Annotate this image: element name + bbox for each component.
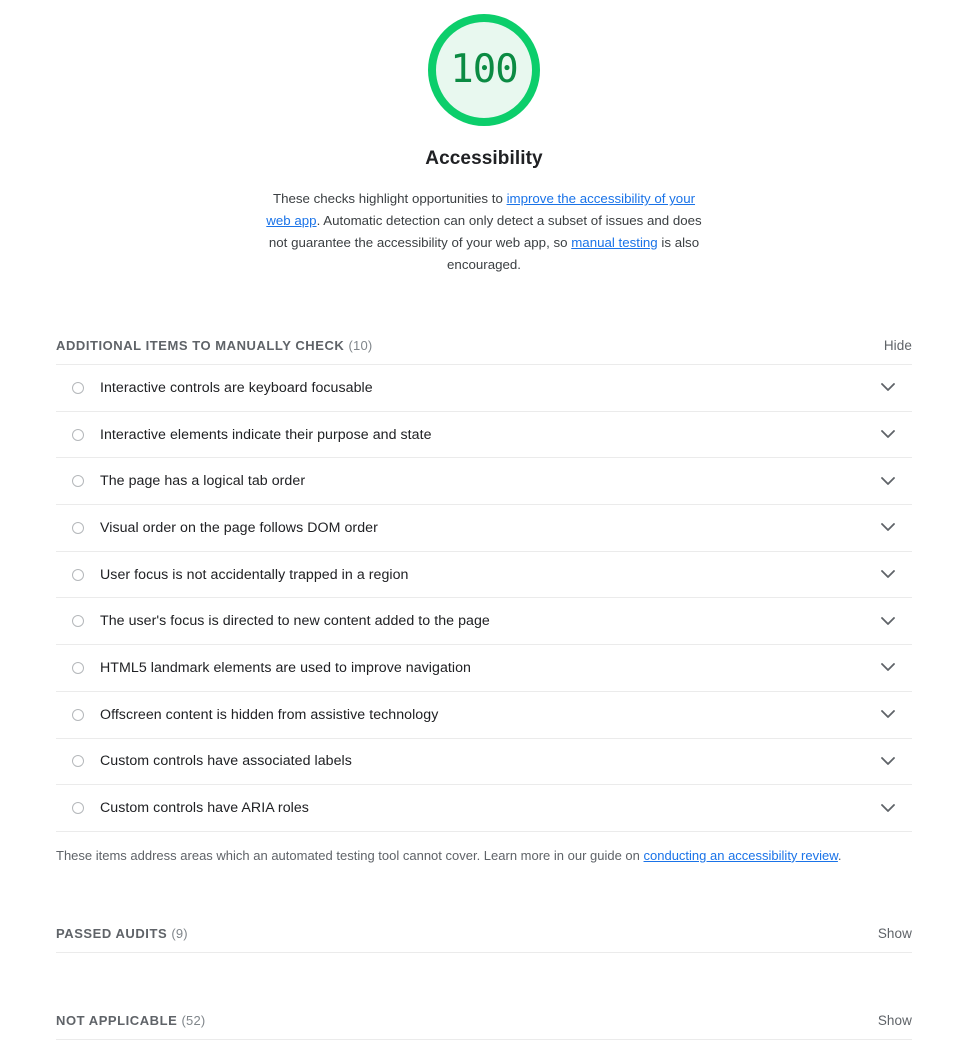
manual-testing-link[interactable]: manual testing	[571, 235, 657, 250]
manual-check-footer: These items address areas which an autom…	[56, 832, 912, 866]
circle-icon	[72, 802, 84, 815]
accessibility-score-gauge: 100	[428, 14, 540, 126]
audit-title: HTML5 landmark elements are used to impr…	[100, 659, 471, 676]
audit-row[interactable]: Offscreen content is hidden from assisti…	[56, 692, 912, 739]
audit-row[interactable]: Visual order on the page follows DOM ord…	[56, 505, 912, 552]
circle-icon	[72, 568, 84, 581]
circle-icon	[72, 381, 84, 394]
not-applicable-count: (52)	[181, 1012, 206, 1028]
audit-row[interactable]: Interactive controls are keyboard focusa…	[56, 365, 912, 412]
audit-title: Custom controls have ARIA roles	[100, 800, 309, 817]
manual-check-icon-wrap	[56, 708, 100, 721]
manual-check-list: Interactive controls are keyboard focusa…	[56, 365, 912, 832]
manual-check-icon-wrap	[56, 802, 100, 815]
chevron-down-icon[interactable]	[864, 570, 912, 579]
audit-title: Interactive controls are keyboard focusa…	[100, 379, 373, 396]
category-description: These checks highlight opportunities to …	[265, 188, 703, 276]
chevron-down-icon[interactable]	[864, 710, 912, 719]
audit-title: Custom controls have associated labels	[100, 753, 352, 770]
not-applicable-header[interactable]: NOT APPLICABLE (52) Show	[56, 1013, 912, 1040]
manual-check-icon-wrap	[56, 755, 100, 768]
passed-audits-title-label: PASSED AUDITS	[56, 925, 168, 941]
accessibility-review-link[interactable]: conducting an accessibility review	[644, 848, 838, 863]
manual-check-section: ADDITIONAL ITEMS TO MANUALLY CHECK (10) …	[56, 338, 912, 866]
chevron-down-icon[interactable]	[864, 523, 912, 532]
footer-text-1: These items address areas which an autom…	[56, 847, 644, 863]
not-applicable-toggle[interactable]: Show	[878, 1013, 912, 1028]
page-title: Accessibility	[425, 148, 543, 169]
audit-row[interactable]: The page has a logical tab order	[56, 458, 912, 506]
passed-audits-title: PASSED AUDITS (9)	[56, 926, 188, 941]
manual-check-icon-wrap	[56, 475, 100, 488]
audit-row[interactable]: User focus is not accidentally trapped i…	[56, 552, 912, 599]
circle-icon	[72, 708, 84, 721]
chevron-down-icon[interactable]	[864, 803, 912, 813]
manual-check-title-label: ADDITIONAL ITEMS TO MANUALLY CHECK	[56, 338, 345, 353]
audit-row[interactable]: Custom controls have associated labels	[56, 739, 912, 786]
audit-title: Offscreen content is hidden from assisti…	[100, 706, 439, 723]
audit-row[interactable]: Custom controls have ARIA roles	[56, 785, 912, 832]
audit-row[interactable]: The user's focus is directed to new cont…	[56, 598, 912, 646]
score-value: 100	[450, 47, 518, 92]
audit-title: Visual order on the page follows DOM ord…	[100, 519, 378, 536]
manual-check-icon-wrap	[56, 568, 100, 581]
circle-icon	[72, 755, 84, 768]
manual-check-icon-wrap	[56, 615, 100, 628]
chevron-down-icon[interactable]	[864, 430, 912, 439]
passed-audits-section: PASSED AUDITS (9) Show	[56, 926, 912, 953]
footer-text-2: .	[837, 847, 842, 863]
chevron-down-icon[interactable]	[864, 616, 912, 626]
circle-icon	[72, 615, 84, 628]
chevron-down-icon[interactable]	[864, 663, 912, 672]
audit-row[interactable]: Interactive elements indicate their purp…	[56, 412, 912, 459]
not-applicable-title: NOT APPLICABLE (52)	[56, 1013, 205, 1028]
description-text-1: These checks highlight opportunities to	[272, 191, 507, 206]
passed-audits-count: (9)	[171, 925, 188, 941]
audit-title: User focus is not accidentally trapped i…	[100, 566, 409, 583]
passed-audits-toggle[interactable]: Show	[878, 926, 912, 941]
audit-title: The user's focus is directed to new cont…	[100, 613, 490, 630]
circle-icon	[72, 521, 84, 534]
audit-row[interactable]: HTML5 landmark elements are used to impr…	[56, 645, 912, 692]
manual-check-toggle[interactable]: Hide	[884, 338, 912, 353]
audit-title: The page has a logical tab order	[100, 473, 306, 490]
manual-check-icon-wrap	[56, 661, 100, 674]
manual-check-count: (10)	[348, 338, 373, 353]
chevron-down-icon[interactable]	[864, 476, 912, 486]
score-header: 100 Accessibility	[0, 0, 968, 170]
chevron-down-icon[interactable]	[864, 383, 912, 392]
circle-icon	[72, 428, 84, 441]
circle-icon	[72, 475, 84, 488]
not-applicable-section: NOT APPLICABLE (52) Show	[56, 1013, 912, 1040]
manual-check-icon-wrap	[56, 521, 100, 534]
manual-check-icon-wrap	[56, 428, 100, 441]
manual-check-icon-wrap	[56, 381, 100, 394]
manual-check-title: ADDITIONAL ITEMS TO MANUALLY CHECK (10)	[56, 338, 372, 353]
audit-title: Interactive elements indicate their purp…	[100, 426, 432, 443]
chevron-down-icon[interactable]	[864, 756, 912, 766]
passed-audits-header[interactable]: PASSED AUDITS (9) Show	[56, 926, 912, 953]
not-applicable-title-label: NOT APPLICABLE	[56, 1012, 178, 1028]
circle-icon	[72, 661, 84, 674]
lighthouse-accessibility-report: 100 Accessibility These checks highlight…	[0, 0, 968, 1040]
manual-check-header: ADDITIONAL ITEMS TO MANUALLY CHECK (10) …	[56, 338, 912, 365]
